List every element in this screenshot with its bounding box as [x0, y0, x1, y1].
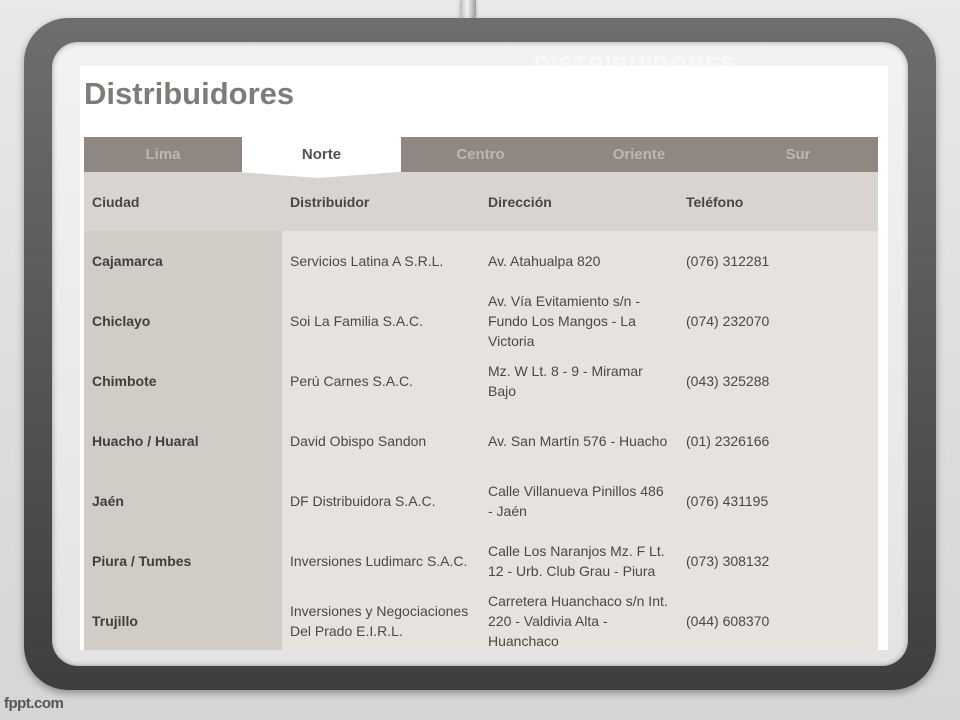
- cell-telefono: (073) 308132: [686, 553, 770, 569]
- table-row: Chimbote Perú Carnes S.A.C. Mz. W Lt. 8 …: [84, 351, 878, 411]
- cell-telefono: (043) 325288: [686, 373, 770, 389]
- table-row: Chiclayo Soi La Familia S.A.C. Av. Vía E…: [84, 291, 878, 351]
- cell-direccion: Av. Atahualpa 820: [488, 253, 601, 269]
- cell-ciudad: Huacho / Huaral: [84, 411, 282, 471]
- cell-distribuidor: Inversiones Ludimarc S.A.C.: [290, 553, 468, 569]
- header-direccion: Dirección: [480, 172, 678, 231]
- cell-telefono: (01) 2326166: [686, 433, 770, 449]
- cell-distribuidor: Servicios Latina A S.R.L.: [290, 253, 444, 269]
- header-telefono: Teléfono: [678, 172, 878, 231]
- cell-distribuidor: David Obispo Sandon: [290, 433, 427, 449]
- header-distribuidor: Distribuidor: [282, 172, 480, 231]
- tab-norte[interactable]: Norte: [242, 137, 401, 172]
- table-row: Jaén DF Distribuidora S.A.C. Calle Villa…: [84, 471, 878, 531]
- distributors-panel: Distribuidores Lima Norte Centro Oriente…: [80, 66, 888, 650]
- cell-direccion: Av. San Martín 576 - Huacho: [488, 433, 668, 449]
- cell-direccion: Calle Villanueva Pinillos 486 - Jaén: [488, 483, 664, 519]
- cell-telefono: (076) 312281: [686, 253, 770, 269]
- brand-logo: fppt.com: [4, 695, 64, 712]
- cell-distribuidor: DF Distribuidora S.A.C.: [290, 493, 436, 509]
- page-title: Distribuidores: [84, 76, 295, 111]
- tab-centro[interactable]: Centro: [401, 137, 560, 172]
- cell-ciudad: Chiclayo: [84, 291, 282, 351]
- cell-ciudad: Piura / Tumbes: [84, 531, 282, 591]
- table-row: Cajamarca Servicios Latina A S.R.L. Av. …: [84, 231, 878, 291]
- header-ciudad: Ciudad: [84, 172, 282, 231]
- cell-ciudad: Chimbote: [84, 351, 282, 411]
- cell-distribuidor: Inversiones y Negociaciones Del Prado E.…: [290, 603, 469, 639]
- cell-direccion: Calle Los Naranjos Mz. F Lt. 12 - Urb. C…: [488, 543, 665, 579]
- cell-distribuidor: Perú Carnes S.A.C.: [290, 373, 413, 389]
- cell-telefono: (076) 431195: [686, 493, 769, 509]
- table-row: Trujillo Inversiones y Negociaciones Del…: [84, 591, 878, 650]
- cell-ciudad: Jaén: [84, 471, 282, 531]
- tab-oriente[interactable]: Oriente: [560, 137, 718, 172]
- table-row: Piura / Tumbes Inversiones Ludimarc S.A.…: [84, 531, 878, 591]
- cell-ciudad: Trujillo: [84, 591, 282, 650]
- region-tabs: Lima Norte Centro Oriente Sur: [84, 137, 878, 172]
- distributors-table: Ciudad Distribuidor Dirección Teléfono C…: [84, 172, 878, 650]
- tab-sur[interactable]: Sur: [718, 137, 878, 172]
- cell-direccion: Mz. W Lt. 8 - 9 - Miramar Bajo: [488, 363, 643, 399]
- cell-direccion: Av. Vía Evitamiento s/n - Fundo Los Mang…: [488, 293, 640, 349]
- table-header-row: Ciudad Distribuidor Dirección Teléfono: [84, 172, 878, 231]
- cell-direccion: Carretera Huanchaco s/n Int. 220 - Valdi…: [488, 593, 668, 649]
- cell-ciudad: Cajamarca: [84, 231, 282, 291]
- cell-telefono: (044) 608370: [686, 613, 770, 629]
- active-tab-pointer: [238, 172, 398, 178]
- cell-telefono: (074) 232070: [686, 313, 770, 329]
- distributors-table-container: Ciudad Distribuidor Dirección Teléfono C…: [84, 172, 878, 650]
- tab-lima[interactable]: Lima: [84, 137, 242, 172]
- table-row: Huacho / Huaral David Obispo Sandon Av. …: [84, 411, 878, 471]
- cell-distribuidor: Soi La Familia S.A.C.: [290, 313, 424, 329]
